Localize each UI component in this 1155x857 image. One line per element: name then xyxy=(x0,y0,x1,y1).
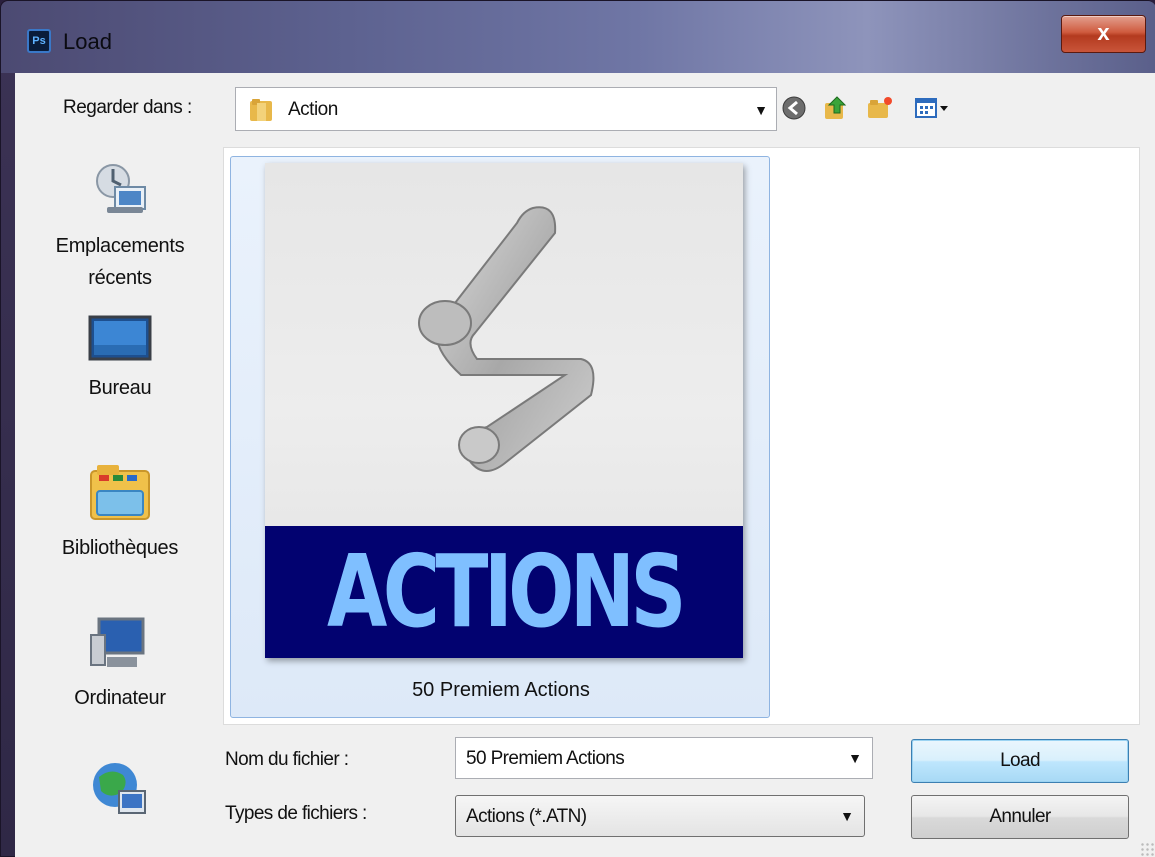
network-icon xyxy=(93,763,146,814)
place-label-computer: Ordinateur xyxy=(74,687,166,709)
up-folder-icon[interactable] xyxy=(821,93,851,123)
place-recent[interactable]: Emplacements récents xyxy=(15,155,225,294)
place-computer[interactable]: Ordinateur xyxy=(15,613,225,714)
filetype-value: Actions (*.ATN) xyxy=(466,806,587,827)
file-list[interactable]: ACTIONS 50 Premiem Actions xyxy=(223,147,1140,725)
thumbnail-text: ACTIONS xyxy=(326,533,687,650)
computer-icon xyxy=(90,617,145,667)
view-menu-icon[interactable] xyxy=(913,93,953,123)
back-icon[interactable] xyxy=(779,93,809,123)
chevron-down-icon[interactable]: ▼ xyxy=(840,808,854,824)
thumbnail-banner: ACTIONS xyxy=(265,526,743,658)
load-button[interactable]: Load xyxy=(911,739,1129,783)
place-label-desktop: Bureau xyxy=(88,377,152,399)
place-label-recent-line2: récents xyxy=(88,267,152,289)
place-network[interactable] xyxy=(15,753,225,832)
filetype-label: Types de fichiers : xyxy=(225,803,367,824)
close-button[interactable]: x xyxy=(1061,15,1146,53)
chevron-down-icon[interactable]: ▼ xyxy=(848,750,862,766)
place-label-recent-line1: Emplacements xyxy=(55,235,185,257)
file-name-label: 50 Premiem Actions xyxy=(412,679,590,701)
filename-value: 50 Premiem Actions xyxy=(466,748,625,769)
filename-label: Nom du fichier : xyxy=(225,749,349,770)
resize-grip[interactable] xyxy=(1140,842,1154,856)
cancel-button[interactable]: Annuler xyxy=(911,795,1129,839)
place-label-libraries: Bibliothèques xyxy=(61,537,179,559)
place-libraries[interactable]: Bibliothèques xyxy=(15,461,225,564)
look-in-value: Action xyxy=(288,99,338,120)
recent-places-icon xyxy=(96,164,146,213)
desktop-icon xyxy=(88,315,152,361)
new-folder-icon[interactable] xyxy=(865,93,895,123)
load-dialog: Ps Load x Regarder dans : Action ▼ Empla… xyxy=(0,0,1155,857)
libraries-icon xyxy=(90,465,150,520)
look-in-label: Regarder dans : xyxy=(63,97,192,118)
photoshop-app-icon: Ps xyxy=(27,29,51,53)
filename-input[interactable]: 50 Premiem Actions ▼ xyxy=(455,737,873,779)
title-bar[interactable]: Ps Load x xyxy=(1,1,1155,73)
file-item-selected[interactable]: ACTIONS 50 Premiem Actions xyxy=(230,156,770,718)
place-desktop[interactable]: Bureau xyxy=(15,311,225,404)
folder-icon xyxy=(250,99,272,121)
chevron-down-icon[interactable]: ▼ xyxy=(754,102,768,118)
window-title: Load xyxy=(63,29,112,54)
file-thumbnail: ACTIONS xyxy=(265,163,743,658)
look-in-dropdown[interactable]: Action ▼ xyxy=(235,87,777,131)
dialog-body: Regarder dans : Action ▼ Emplacements ré… xyxy=(15,73,1155,857)
filetype-dropdown[interactable]: Actions (*.ATN) ▼ xyxy=(455,795,865,837)
places-bar: Emplacements récents Bureau Bibliothèque… xyxy=(15,143,211,857)
script-scroll-icon xyxy=(418,206,595,472)
